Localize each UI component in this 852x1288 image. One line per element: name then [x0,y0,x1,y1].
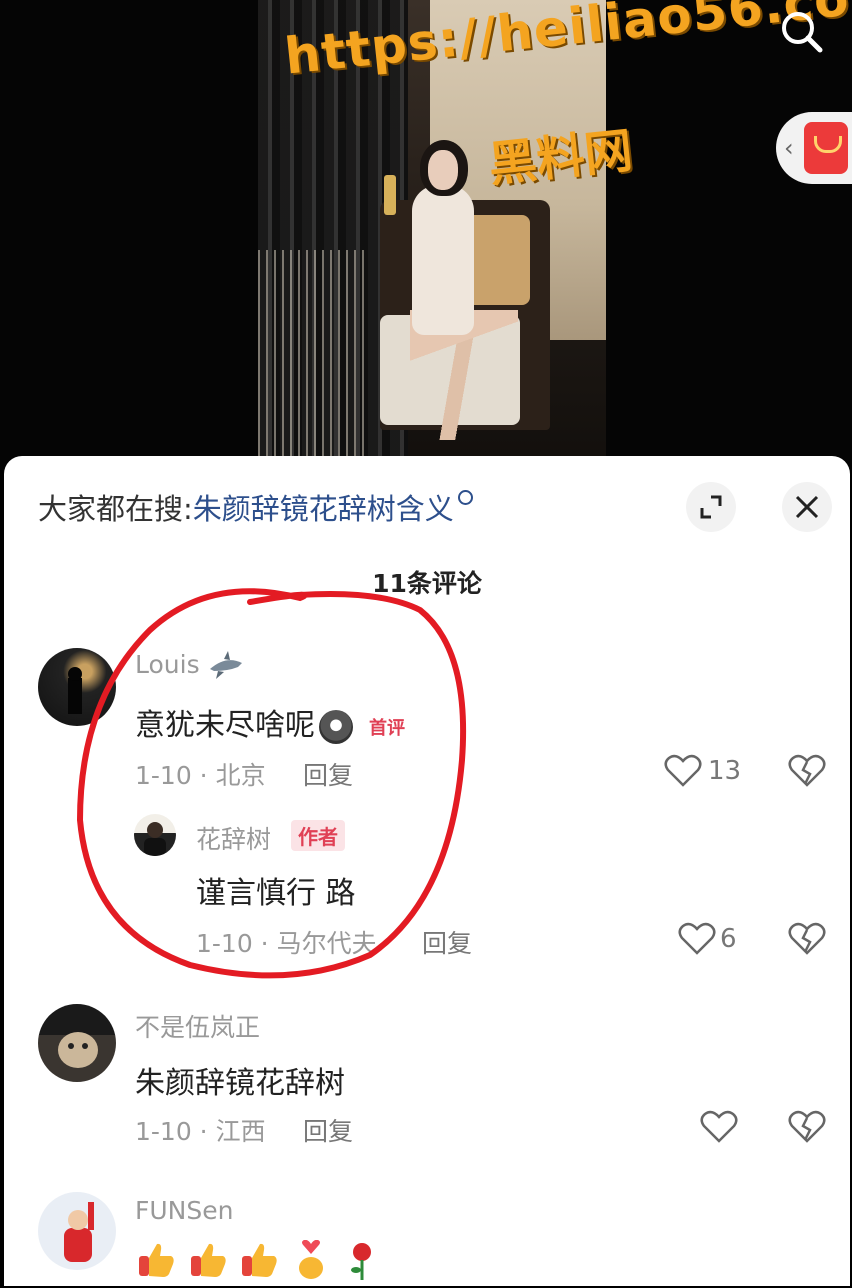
avatar-cartoon-icon [64,1202,94,1262]
search-button[interactable] [778,8,826,56]
username-text: Louis [135,650,200,679]
like-button[interactable] [700,1110,738,1148]
heart-icon [700,1110,738,1143]
expand-icon [700,495,722,519]
like-count: 6 [720,924,737,954]
comment-date-location: 1-10 · 江西 [135,1117,266,1146]
watermark-site-name: 黑料网 [485,122,636,194]
red-packet-button[interactable]: ‹ [776,112,852,184]
first-comment-badge: 首评 [369,717,405,739]
reply-button[interactable]: 回复 [303,1112,353,1148]
thumbs-up-icon [190,1243,226,1277]
close-icon [795,495,819,519]
comment-date-location: 1-10 · 北京 [135,761,266,790]
avatar[interactable] [38,648,116,726]
thumbs-up-icon [242,1243,277,1277]
finger-heart-icon [298,1239,323,1279]
chevron-left-icon: ‹ [784,134,794,162]
avatar[interactable] [38,1004,116,1082]
thumbs-up-icon [139,1243,174,1277]
video-cushion [466,215,530,305]
heart-icon [664,754,702,787]
close-button[interactable] [782,482,832,532]
like-count: 13 [708,756,742,786]
husky-emoji-icon [319,709,353,744]
avatar-person-icon [68,667,82,714]
reply-button[interactable]: 回复 [303,756,353,792]
avatar-person-icon [144,822,166,856]
hot-search-keyword[interactable]: 朱颜辞镜花辞树含义 [193,492,454,526]
reply-date-location: 1-10 · 马尔代夫 [196,929,377,958]
dislike-button[interactable] [788,1110,826,1148]
reply-button[interactable]: 回复 [422,924,472,960]
broken-heart-icon [788,922,826,955]
hot-search-bar[interactable]: 大家都在搜:朱颜辞镜花辞树含义 [38,486,473,528]
comment-username[interactable]: Louis [135,650,246,681]
comment-emoji-row [135,1239,383,1288]
reply-text: 谨言慎行 路 [196,876,356,911]
comment-text: 意犹未尽啥呢 首评 [135,700,405,744]
video-wine-glass [384,175,396,215]
video-person-face [428,150,458,190]
avatar[interactable] [134,814,176,856]
comment-text-content: 意犹未尽啥呢 [135,708,315,743]
dislike-button[interactable] [788,754,826,792]
dislike-button[interactable] [788,922,826,960]
search-icon [782,12,823,53]
comment-sheet: 大家都在搜:朱颜辞镜花辞树含义 11条评论 Louis 意犹未尽啥呢 首评 1-1… [4,456,850,1286]
broken-heart-icon [788,754,826,787]
expand-button[interactable] [686,482,736,532]
rose-icon [351,1243,372,1280]
heart-icon [678,922,716,955]
video-string-curtain [258,250,368,470]
hot-search-prefix: 大家都在搜: [38,492,193,526]
red-packet-icon [804,122,848,174]
like-button[interactable] [678,922,716,960]
comment-count-title: 11条评论 [372,569,482,598]
video-person-dress [412,185,474,335]
comment-username[interactable]: 不是伍岚正 [135,1008,260,1044]
comment-text: 朱颜辞镜花辞树 [135,1066,345,1101]
video-player[interactable]: https://heiliao56.com 黑料网 ‹ [0,0,852,470]
author-badge: 作者 [291,820,345,851]
like-button[interactable] [664,754,702,792]
comment-username[interactable]: FUNSen [135,1196,233,1225]
avatar-dog-icon [58,1032,98,1068]
broken-heart-icon [788,1110,826,1143]
reply-username[interactable]: 花辞树 [196,820,271,856]
search-icon [457,490,473,505]
avatar[interactable] [38,1192,116,1270]
shark-icon [209,651,242,679]
